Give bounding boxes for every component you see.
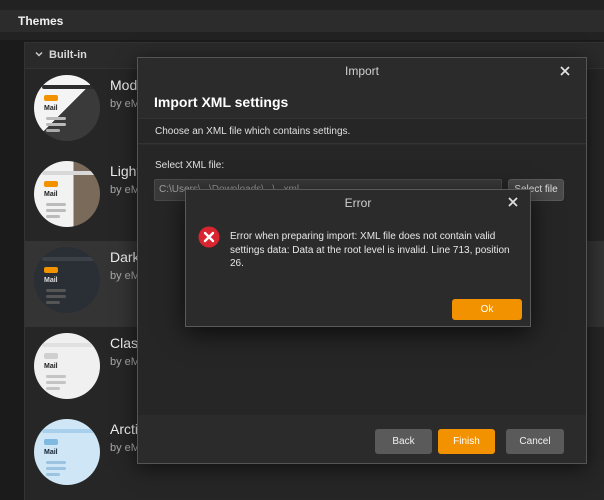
error-message: Error when preparing import: XML file do…	[230, 231, 510, 269]
close-icon[interactable]	[506, 195, 520, 209]
error-dialog-title: Error	[344, 196, 372, 210]
theme-author: by eM	[110, 98, 140, 110]
thumb-title: Mail	[44, 277, 58, 284]
theme-thumbnail: Mail	[34, 333, 100, 399]
import-dialog-title: Import	[344, 64, 379, 78]
cancel-button[interactable]: Cancel	[506, 429, 564, 454]
theme-thumbnail: Mail	[34, 75, 100, 141]
theme-thumbnail: Mail	[34, 419, 100, 485]
theme-name: Mod	[110, 77, 138, 93]
error-dialog: Error Error when preparing import: XML f…	[185, 189, 531, 327]
import-heading: Import XML settings	[154, 94, 289, 110]
import-subtitle: Choose an XML file which contains settin…	[155, 126, 351, 137]
thumb-title: Mail	[44, 191, 58, 198]
thumb-title: Mail	[44, 363, 58, 370]
chevron-down-icon[interactable]	[33, 48, 45, 60]
select-xml-label: Select XML file:	[155, 160, 225, 171]
builtin-section-label: Built-in	[49, 49, 87, 61]
theme-thumbnail: Mail	[34, 247, 100, 313]
import-subtitle-bar: Choose an XML file which contains settin…	[138, 118, 586, 144]
close-icon[interactable]	[558, 64, 572, 78]
theme-author: by eM	[110, 184, 140, 196]
window-title: Themes	[0, 10, 604, 32]
theme-name: Dark	[110, 249, 140, 265]
finish-button[interactable]: Finish	[438, 429, 495, 454]
themes-header: Themes	[0, 0, 604, 40]
theme-thumbnail: Mail	[34, 161, 100, 227]
error-circle-icon	[198, 226, 220, 248]
theme-author: by eM	[110, 442, 140, 454]
thumb-title: Mail	[44, 105, 58, 112]
theme-author: by eM	[110, 270, 140, 282]
theme-author: by eM	[110, 356, 140, 368]
theme-name: Light	[110, 163, 141, 179]
back-button[interactable]: Back	[375, 429, 432, 454]
thumb-title: Mail	[44, 449, 58, 456]
ok-button[interactable]: Ok	[452, 299, 522, 320]
